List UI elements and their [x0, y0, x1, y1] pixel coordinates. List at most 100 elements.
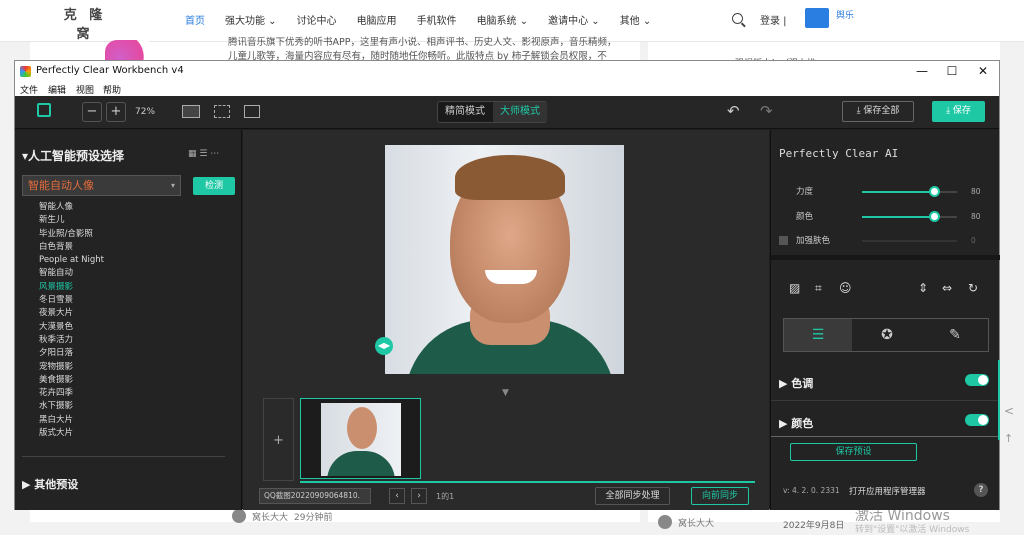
side-by-side-view-icon[interactable]: [214, 105, 230, 118]
preset-item[interactable]: 夜景大片: [39, 307, 104, 320]
preset-item[interactable]: 新生儿: [39, 214, 104, 227]
sync-forward-button[interactable]: 向前同步: [691, 487, 749, 505]
slider-knob[interactable]: [929, 211, 941, 222]
section-color[interactable]: ▶ 颜色: [779, 414, 989, 431]
menu-help[interactable]: 帮助: [103, 83, 121, 96]
save-button[interactable]: ⤓ 保存: [932, 101, 985, 122]
search-icon[interactable]: [732, 13, 743, 24]
menu-edit[interactable]: 编辑: [48, 83, 66, 96]
share-icon[interactable]: <: [1004, 404, 1014, 418]
minimize-button[interactable]: —: [909, 63, 935, 79]
comment-user[interactable]: 窝长大大: [678, 516, 714, 529]
strength-value: 80: [971, 187, 981, 196]
save-all-button[interactable]: ⤓ 保存全部: [842, 101, 914, 122]
maximize-button[interactable]: ☐: [939, 63, 965, 79]
flip-horizontal-icon[interactable]: ⇔: [942, 281, 952, 295]
split-view-icon[interactable]: [244, 105, 260, 118]
nav-features[interactable]: 强大功能 ⌄: [225, 12, 277, 27]
close-button[interactable]: ✕: [970, 63, 996, 79]
nav-pc-system[interactable]: 电脑系统 ⌄: [477, 12, 529, 27]
preset-item[interactable]: 秋季活力: [39, 334, 104, 347]
preset-item[interactable]: 毕业照/合影照: [39, 228, 104, 241]
next-page-button[interactable]: ›: [411, 488, 427, 504]
undo-icon[interactable]: ↶: [727, 102, 740, 120]
before-after-handle-icon[interactable]: ◀▶: [375, 337, 393, 355]
comment-user[interactable]: 窝长大大: [252, 510, 288, 523]
panel-view-icons[interactable]: ▦ ☰ ⋯: [188, 149, 219, 159]
preset-item[interactable]: 黑白大片: [39, 414, 104, 427]
sync-all-button[interactable]: 全部同步处理: [595, 487, 670, 505]
app-logo-icon: [37, 103, 51, 117]
preset-item[interactable]: 冬日雪景: [39, 294, 104, 307]
nav-mobile-apps[interactable]: 手机软件: [417, 12, 457, 27]
slider-knob[interactable]: [929, 186, 941, 197]
preset-item[interactable]: 版式大片: [39, 427, 104, 440]
menu-view[interactable]: 视图: [76, 83, 94, 96]
login-link[interactable]: 登录 |: [760, 12, 787, 27]
nav-home[interactable]: 首页: [185, 12, 205, 27]
preset-item[interactable]: 宠物摄影: [39, 361, 104, 374]
color-toggle[interactable]: [965, 414, 989, 426]
signup-tag: 舆乐: [836, 11, 855, 21]
other-presets-toggle[interactable]: ▶ 其他预设: [22, 476, 78, 492]
section-tone[interactable]: ▶ 色调: [779, 374, 989, 391]
preset-dropdown[interactable]: 智能自动人像: [22, 175, 181, 196]
preset-item[interactable]: 夕阳日落: [39, 347, 104, 360]
add-image-button[interactable]: +: [263, 398, 294, 481]
help-icon[interactable]: ?: [974, 483, 988, 497]
menu-file[interactable]: 文件: [20, 83, 38, 96]
preset-item[interactable]: 美食摄影: [39, 374, 104, 387]
back-to-top-icon[interactable]: ↑: [1004, 432, 1013, 445]
site-logo[interactable]: 克 隆 窝: [55, 4, 115, 56]
strength-label: 力度: [796, 187, 814, 197]
preset-panel-title[interactable]: ▾人工智能预设选择: [22, 147, 124, 164]
save-preset-button[interactable]: 保存预设: [790, 443, 917, 461]
preset-item[interactable]: 水下摄影: [39, 400, 104, 413]
adjustment-panel: Perfectly Clear AI 力度 80 颜色 80 加强肤色 0 ▨ …: [770, 130, 1000, 510]
strength-slider[interactable]: [862, 186, 957, 197]
open-app-manager-link[interactable]: 打开应用程序管理器: [849, 485, 926, 497]
site-logo-text: 克 隆 窝: [63, 8, 107, 42]
face-icon[interactable]: ☺: [839, 281, 852, 295]
zoom-out-button[interactable]: −: [82, 102, 102, 122]
preset-item[interactable]: 风景摄影: [39, 281, 104, 294]
preset-item[interactable]: 智能人像: [39, 201, 104, 214]
retouch-tab-icon[interactable]: ✎: [921, 319, 989, 351]
detect-button[interactable]: 检测: [193, 177, 235, 195]
preset-item[interactable]: 大漠景色: [39, 321, 104, 334]
file-dropdown[interactable]: QQ截图20220909064810.: [259, 488, 371, 504]
single-view-icon[interactable]: [182, 105, 200, 118]
tone-toggle[interactable]: [965, 374, 989, 386]
mode-master-tab[interactable]: 大师模式: [493, 102, 547, 122]
effects-tab-icon[interactable]: ✪: [853, 319, 921, 351]
preset-item[interactable]: 白色背景: [39, 241, 104, 254]
filmstrip-thumbnail[interactable]: [300, 398, 421, 479]
zoom-level: 72%: [135, 107, 156, 117]
sliders-tab-icon[interactable]: ☰: [784, 319, 852, 351]
flip-vertical-icon[interactable]: ⇕: [918, 281, 928, 295]
color-slider[interactable]: [862, 211, 957, 222]
title-bar: Perfectly Clear Workbench v4 — ☐ ✕: [15, 61, 999, 82]
skin-tone-checkbox[interactable]: [779, 236, 788, 245]
preview-image[interactable]: [385, 145, 624, 374]
scrollbar[interactable]: [998, 360, 1000, 440]
nav-pc-apps[interactable]: 电脑应用: [357, 12, 397, 27]
prev-page-button[interactable]: ‹: [389, 488, 405, 504]
curve-icon[interactable]: ▨: [789, 281, 800, 295]
section-color-label: ▶ 颜色: [779, 417, 814, 430]
nav-discussion[interactable]: 讨论中心: [297, 12, 337, 27]
divider: [771, 255, 1000, 260]
skin-tone-slider[interactable]: [862, 240, 957, 242]
nav-invite[interactable]: 邀请中心 ⌄: [548, 12, 600, 27]
crop-icon[interactable]: ⌗: [815, 281, 822, 296]
zoom-in-button[interactable]: +: [106, 102, 126, 122]
filmstrip-collapse-icon[interactable]: ▼: [502, 388, 509, 398]
nav-other[interactable]: 其他 ⌄: [620, 12, 652, 27]
rotate-icon[interactable]: ↻: [968, 281, 978, 295]
preset-item[interactable]: People at Night: [39, 254, 104, 267]
mode-simple-tab[interactable]: 精简模式: [438, 102, 492, 122]
redo-icon[interactable]: ↷: [760, 102, 773, 120]
signup-button[interactable]: [805, 8, 829, 28]
preset-item[interactable]: 花卉四季: [39, 387, 104, 400]
preset-item[interactable]: 智能自动: [39, 267, 104, 280]
